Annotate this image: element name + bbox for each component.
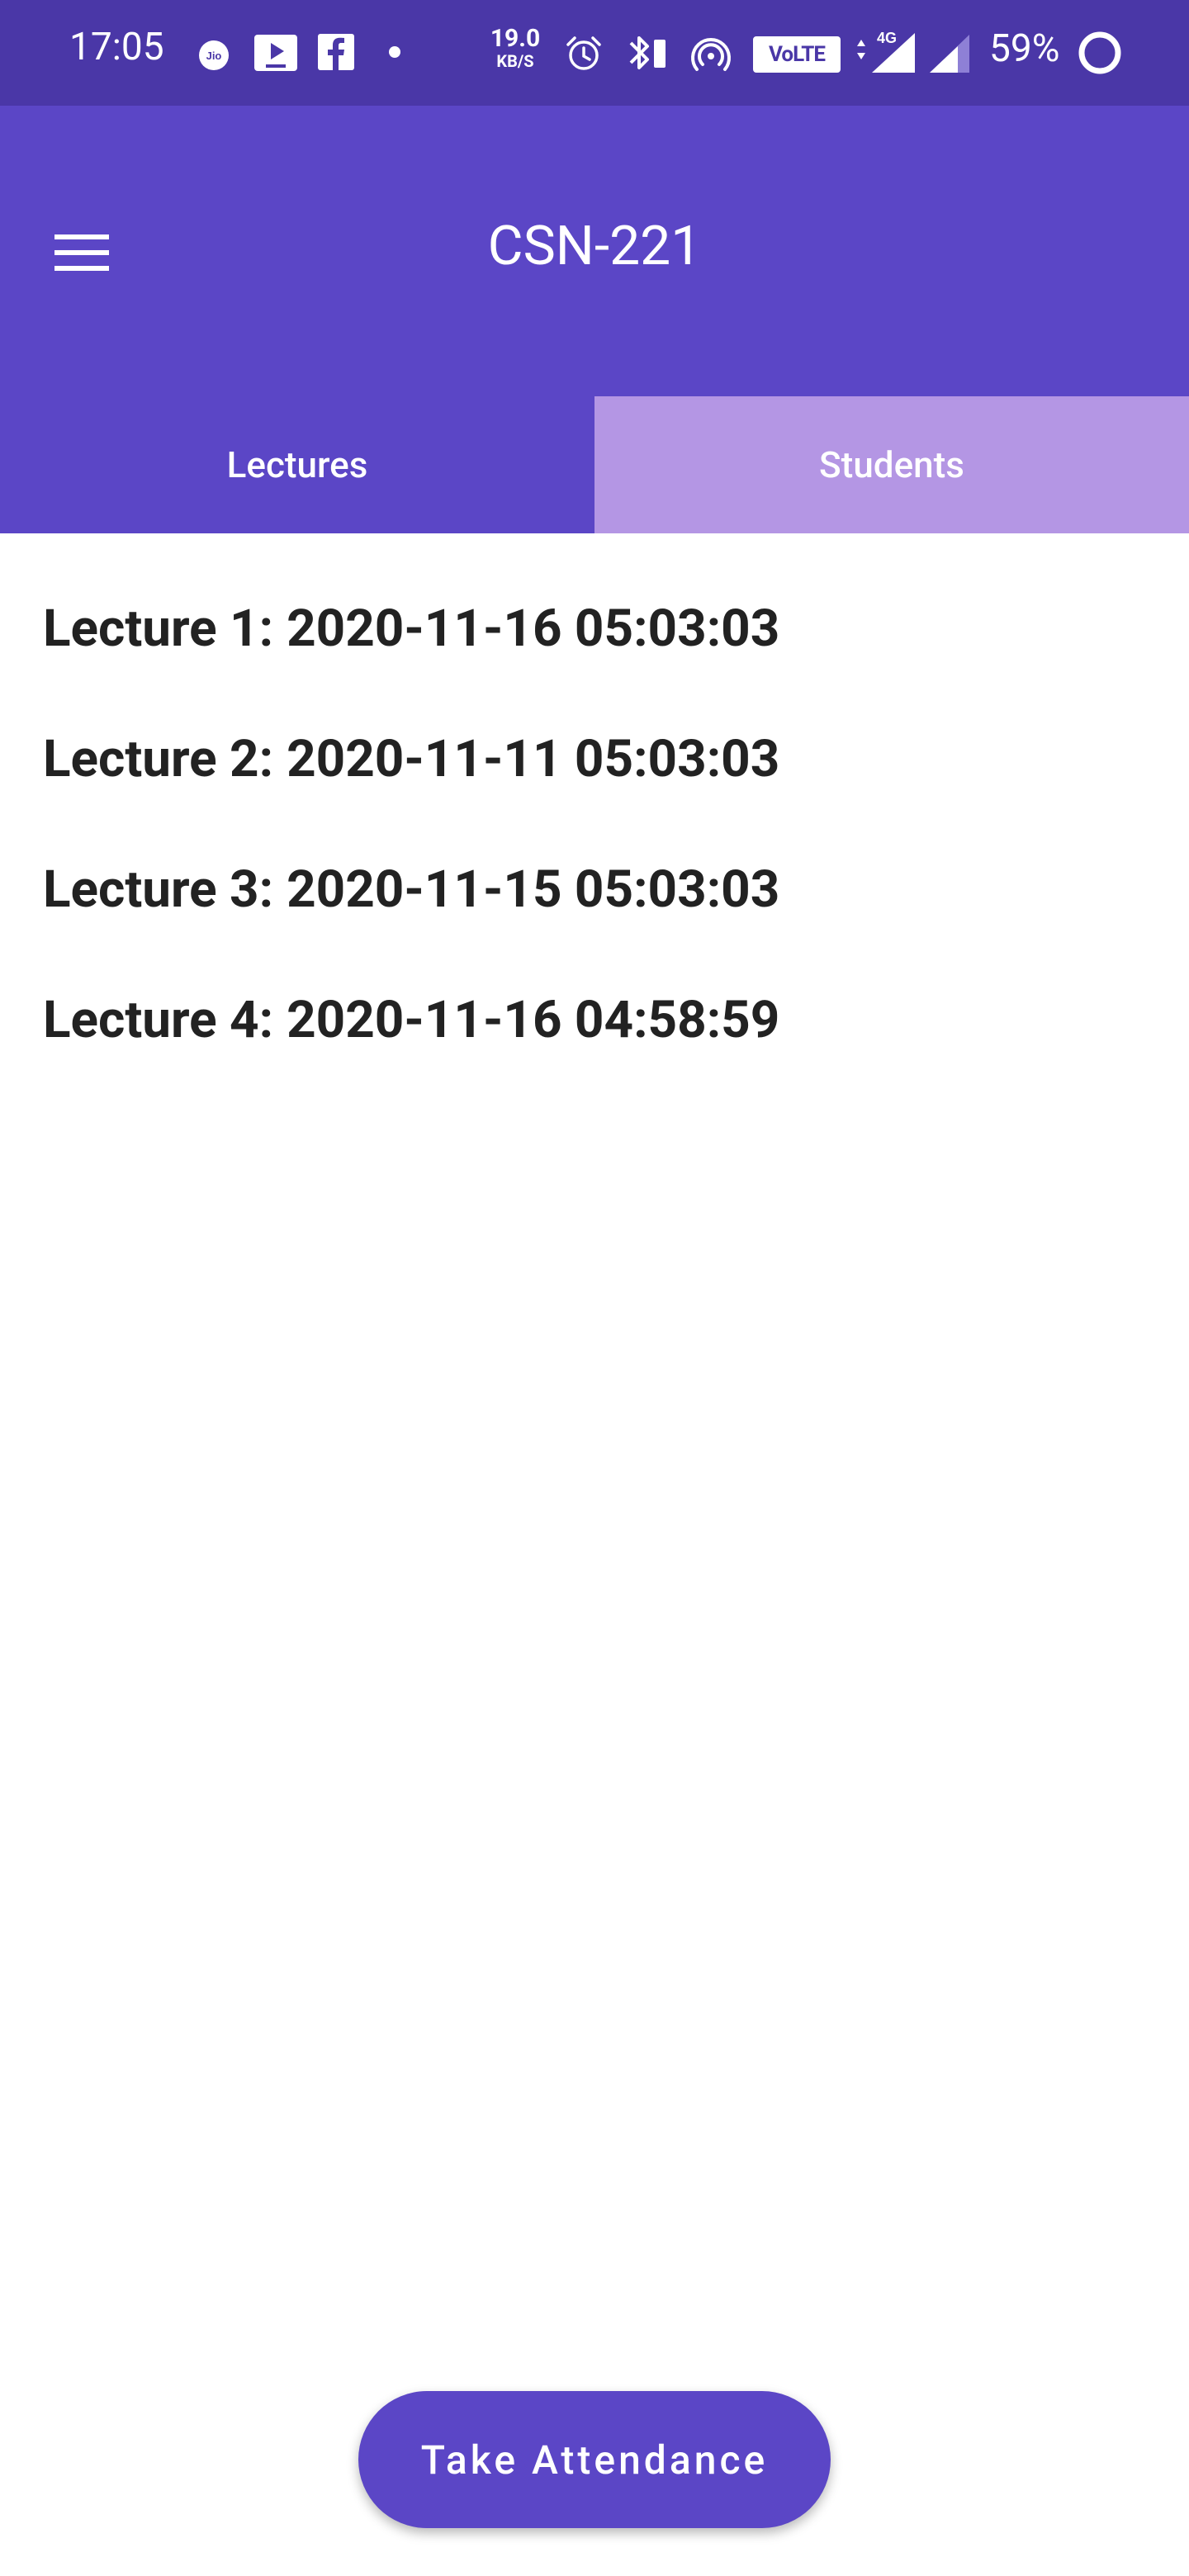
app-bar: CSN-221: [0, 106, 1189, 396]
battery-percent: 59%: [989, 26, 1060, 71]
take-attendance-button[interactable]: Take Attendance: [358, 2391, 831, 2528]
alarm-icon: [566, 36, 601, 70]
lecture-datetime: 2020-11-16 05:03:03: [287, 599, 780, 659]
tab-lectures[interactable]: Lectures: [0, 396, 594, 533]
battery-icon: [1078, 31, 1121, 74]
youtube-icon: [254, 35, 297, 71]
status-bar: 17:05 Jio 19.0 KB/S VoLTE 4G 59%: [0, 0, 1189, 106]
lecture-label: Lecture 2:: [43, 729, 274, 789]
tab-bar: Lectures Students: [0, 396, 1189, 533]
network-speed-value: 19.0: [490, 24, 541, 53]
facebook-icon: [318, 34, 354, 70]
list-item[interactable]: Lecture 1: 2020-11-16 05:03:03: [43, 591, 1149, 722]
signal-icon: 4G: [857, 30, 969, 73]
dot-icon: [389, 46, 400, 58]
network-speed: 19.0 KB/S: [489, 24, 542, 71]
page-title: CSN-221: [487, 215, 702, 278]
hotspot-icon: [691, 38, 731, 71]
lecture-datetime: 2020-11-16 04:58:59: [287, 990, 780, 1050]
svg-text:Jio: Jio: [206, 50, 222, 62]
status-time: 17:05: [69, 25, 164, 69]
bluetooth-icon: [629, 36, 666, 69]
jio-icon: Jio: [199, 40, 229, 70]
list-item[interactable]: Lecture 2: 2020-11-11 05:03:03: [43, 722, 1149, 852]
network-type-label: 4G: [877, 30, 897, 46]
volte-badge: VoLTE: [753, 36, 841, 73]
list-item[interactable]: Lecture 4: 2020-11-16 04:58:59: [43, 983, 1149, 1113]
lecture-label: Lecture 3:: [43, 859, 274, 920]
list-item[interactable]: Lecture 3: 2020-11-15 05:03:03: [43, 852, 1149, 983]
lecture-datetime: 2020-11-15 05:03:03: [287, 859, 780, 920]
network-speed-unit: KB/S: [496, 51, 534, 71]
tab-students-label: Students: [819, 443, 964, 486]
lecture-label: Lecture 4:: [43, 990, 274, 1050]
lecture-list: Lecture 1: 2020-11-16 05:03:03 Lecture 2:…: [43, 591, 1149, 1113]
tab-lectures-label: Lectures: [226, 443, 368, 486]
tab-students[interactable]: Students: [594, 396, 1189, 533]
lecture-datetime: 2020-11-11 05:03:03: [287, 729, 780, 789]
lecture-label: Lecture 1:: [43, 599, 274, 659]
